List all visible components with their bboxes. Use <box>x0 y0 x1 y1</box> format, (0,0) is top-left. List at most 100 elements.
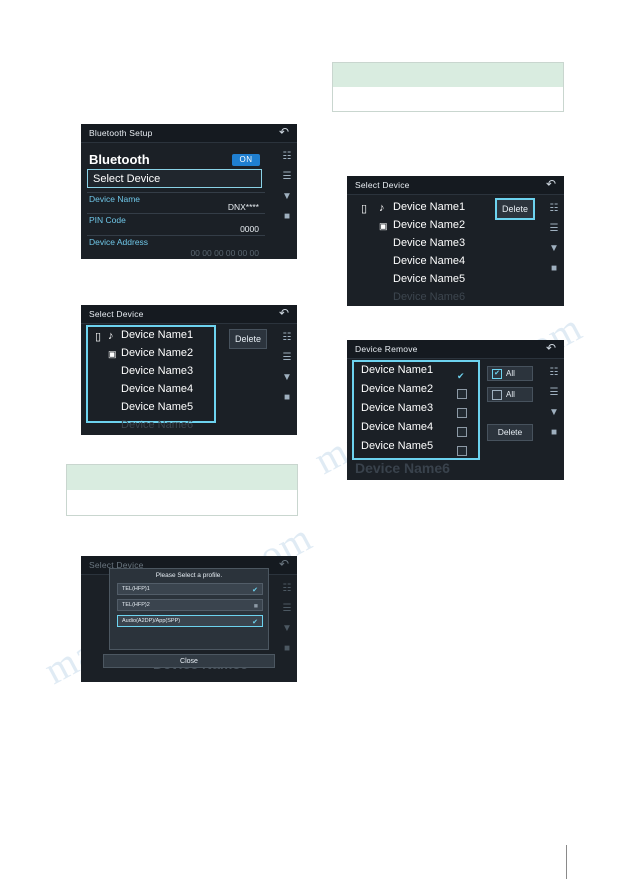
back-arrow-icon[interactable]: ↶ <box>277 307 291 320</box>
chevron-down-icon[interactable]: ▼ <box>281 371 294 384</box>
home-icon[interactable]: ■ <box>548 426 561 439</box>
screen-title: Bluetooth Setup <box>89 128 153 138</box>
screen-title: Select Device <box>355 180 410 190</box>
side-rail: ☷ ☰ ▼ ■ <box>279 582 295 655</box>
list-item[interactable]: Device Name3 <box>361 402 433 414</box>
volume-icon[interactable]: ☷ <box>548 366 561 379</box>
screen-title: Select Device <box>89 309 144 319</box>
list-item[interactable]: Device Name5 <box>361 440 433 452</box>
back-arrow-icon[interactable]: ↶ <box>277 558 291 571</box>
home-icon[interactable]: ■ <box>281 391 294 404</box>
music-note-icon: ♪ <box>108 330 114 342</box>
profile-row-tel-hfp2[interactable]: TEL(HFP)2 ■ <box>117 599 263 611</box>
checkbox-icon: ■ <box>253 603 258 610</box>
list-item[interactable]: Device Name1 <box>121 329 193 341</box>
back-arrow-icon[interactable]: ↶ <box>544 342 558 355</box>
home-icon[interactable]: ■ <box>281 210 294 223</box>
list-item[interactable]: Device Name3 <box>121 365 193 377</box>
profile-label: TEL(HFP)1 <box>122 586 150 592</box>
deselect-all-button[interactable]: All <box>487 387 533 402</box>
home-icon[interactable]: ■ <box>281 642 294 655</box>
select-device-screen-left: Select Device ↶ ▯ ♪ Device Name1 ▣ Devic… <box>81 305 297 435</box>
menu-icon[interactable]: ☰ <box>281 170 294 183</box>
divider <box>87 235 265 236</box>
list-item[interactable]: Device Name5 <box>393 273 465 285</box>
device-name-label: Device Name <box>89 194 141 204</box>
note-box-top-right <box>332 62 564 112</box>
list-item[interactable]: Device Name6 <box>121 419 193 431</box>
chevron-down-icon[interactable]: ▼ <box>548 406 561 419</box>
music-note-icon: ♪ <box>379 202 385 214</box>
delete-button[interactable]: Delete <box>229 329 267 349</box>
profile-label: Audio(A2DP)/App(SPP) <box>122 618 181 624</box>
profile-row-audio[interactable]: Audio(A2DP)/App(SPP) ✔ <box>117 615 263 627</box>
bluetooth-toggle[interactable]: ON <box>232 154 260 166</box>
profile-row-tel-hfp1[interactable]: TEL(HFP)1 ✔ <box>117 583 263 595</box>
pin-code-label: PIN Code <box>89 215 126 225</box>
chevron-down-icon[interactable]: ▼ <box>281 622 294 635</box>
list-item[interactable]: Device Name3 <box>393 237 465 249</box>
checkmark-icon: ✔ <box>492 368 502 379</box>
volume-icon[interactable]: ☷ <box>281 331 294 344</box>
list-item[interactable]: Device Name1 <box>393 201 465 213</box>
checkmark-icon: ✔ <box>252 587 258 594</box>
list-item[interactable]: Device Name2 <box>361 383 433 395</box>
delete-button[interactable]: Delete <box>487 424 533 441</box>
menu-icon[interactable]: ☰ <box>281 602 294 615</box>
bluetooth-icon: ▯ <box>95 331 102 343</box>
page-footer-rule <box>566 845 567 879</box>
side-rail: ☷ ☰ ▼ ■ <box>546 202 562 275</box>
side-rail: ☷ ☰ ▼ ■ <box>279 150 295 223</box>
device-address-value: 00 00 00 00 00 00 <box>190 248 259 258</box>
checkmark-icon[interactable]: ✔ <box>457 366 465 384</box>
list-item[interactable]: Device Name2 <box>393 219 465 231</box>
select-device-button[interactable]: Select Device <box>87 169 262 188</box>
phone-icon: ▣ <box>379 221 388 231</box>
chevron-down-icon[interactable]: ▼ <box>548 242 561 255</box>
list-item[interactable]: Device Name1 <box>361 364 433 376</box>
list-item[interactable]: Device Name2 <box>121 347 193 359</box>
volume-icon[interactable]: ☷ <box>281 150 294 163</box>
menu-icon[interactable]: ☰ <box>548 222 561 235</box>
select-all-button[interactable]: ✔ All <box>487 366 533 381</box>
select-device-label: Select Device <box>93 173 161 185</box>
chevron-down-icon[interactable]: ▼ <box>281 190 294 203</box>
divider <box>87 213 265 214</box>
checkbox-icon[interactable] <box>457 442 467 460</box>
device-remove-screen: Device Remove ↶ Device Name1 ✔ Device Na… <box>347 340 564 480</box>
device-address-label: Device Address <box>89 237 149 247</box>
list-item[interactable]: Device Name4 <box>393 255 465 267</box>
volume-icon[interactable]: ☷ <box>281 582 294 595</box>
side-rail: ☷ ☰ ▼ ■ <box>279 331 295 404</box>
list-item[interactable]: Device Name4 <box>361 421 433 433</box>
list-item[interactable]: Device Name6 <box>393 291 465 303</box>
delete-button[interactable]: Delete <box>495 198 535 220</box>
phone-icon: ▣ <box>108 349 117 359</box>
document-page: manualshive.com manualshive.com Bluetoot… <box>0 0 629 893</box>
bluetooth-heading: Bluetooth <box>89 152 150 167</box>
volume-icon[interactable]: ☷ <box>548 202 561 215</box>
select-device-screen-right: Select Device ↶ ▯ ♪ Device Name1 ▣ Devic… <box>347 176 564 306</box>
home-icon[interactable]: ■ <box>548 262 561 275</box>
note-box-left <box>66 464 298 516</box>
close-button[interactable]: Close <box>103 654 275 668</box>
checkbox-icon[interactable] <box>457 404 467 422</box>
bluetooth-icon: ▯ <box>361 203 368 215</box>
list-item[interactable]: Device Name5 <box>121 401 193 413</box>
checkbox-icon[interactable] <box>457 423 467 441</box>
checkbox-icon <box>492 389 502 400</box>
checkmark-icon: ✔ <box>252 619 258 626</box>
back-arrow-icon[interactable]: ↶ <box>544 178 558 191</box>
bluetooth-setup-screen: Bluetooth Setup ↶ Bluetooth ON Select De… <box>81 124 297 259</box>
dialog-title: Please Select a profile. <box>155 572 223 579</box>
checkbox-icon[interactable] <box>457 385 467 403</box>
background-device-label: Device Name6 <box>355 460 450 476</box>
note-header-band <box>67 465 297 490</box>
back-arrow-icon[interactable]: ↶ <box>277 126 291 139</box>
profile-select-screen: Select Device ↶ Device Name6 Please Sele… <box>81 556 297 682</box>
pin-code-value: 0000 <box>240 224 259 234</box>
list-item[interactable]: Device Name4 <box>121 383 193 395</box>
menu-icon[interactable]: ☰ <box>548 386 561 399</box>
menu-icon[interactable]: ☰ <box>281 351 294 364</box>
side-rail: ☷ ☰ ▼ ■ <box>546 366 562 439</box>
